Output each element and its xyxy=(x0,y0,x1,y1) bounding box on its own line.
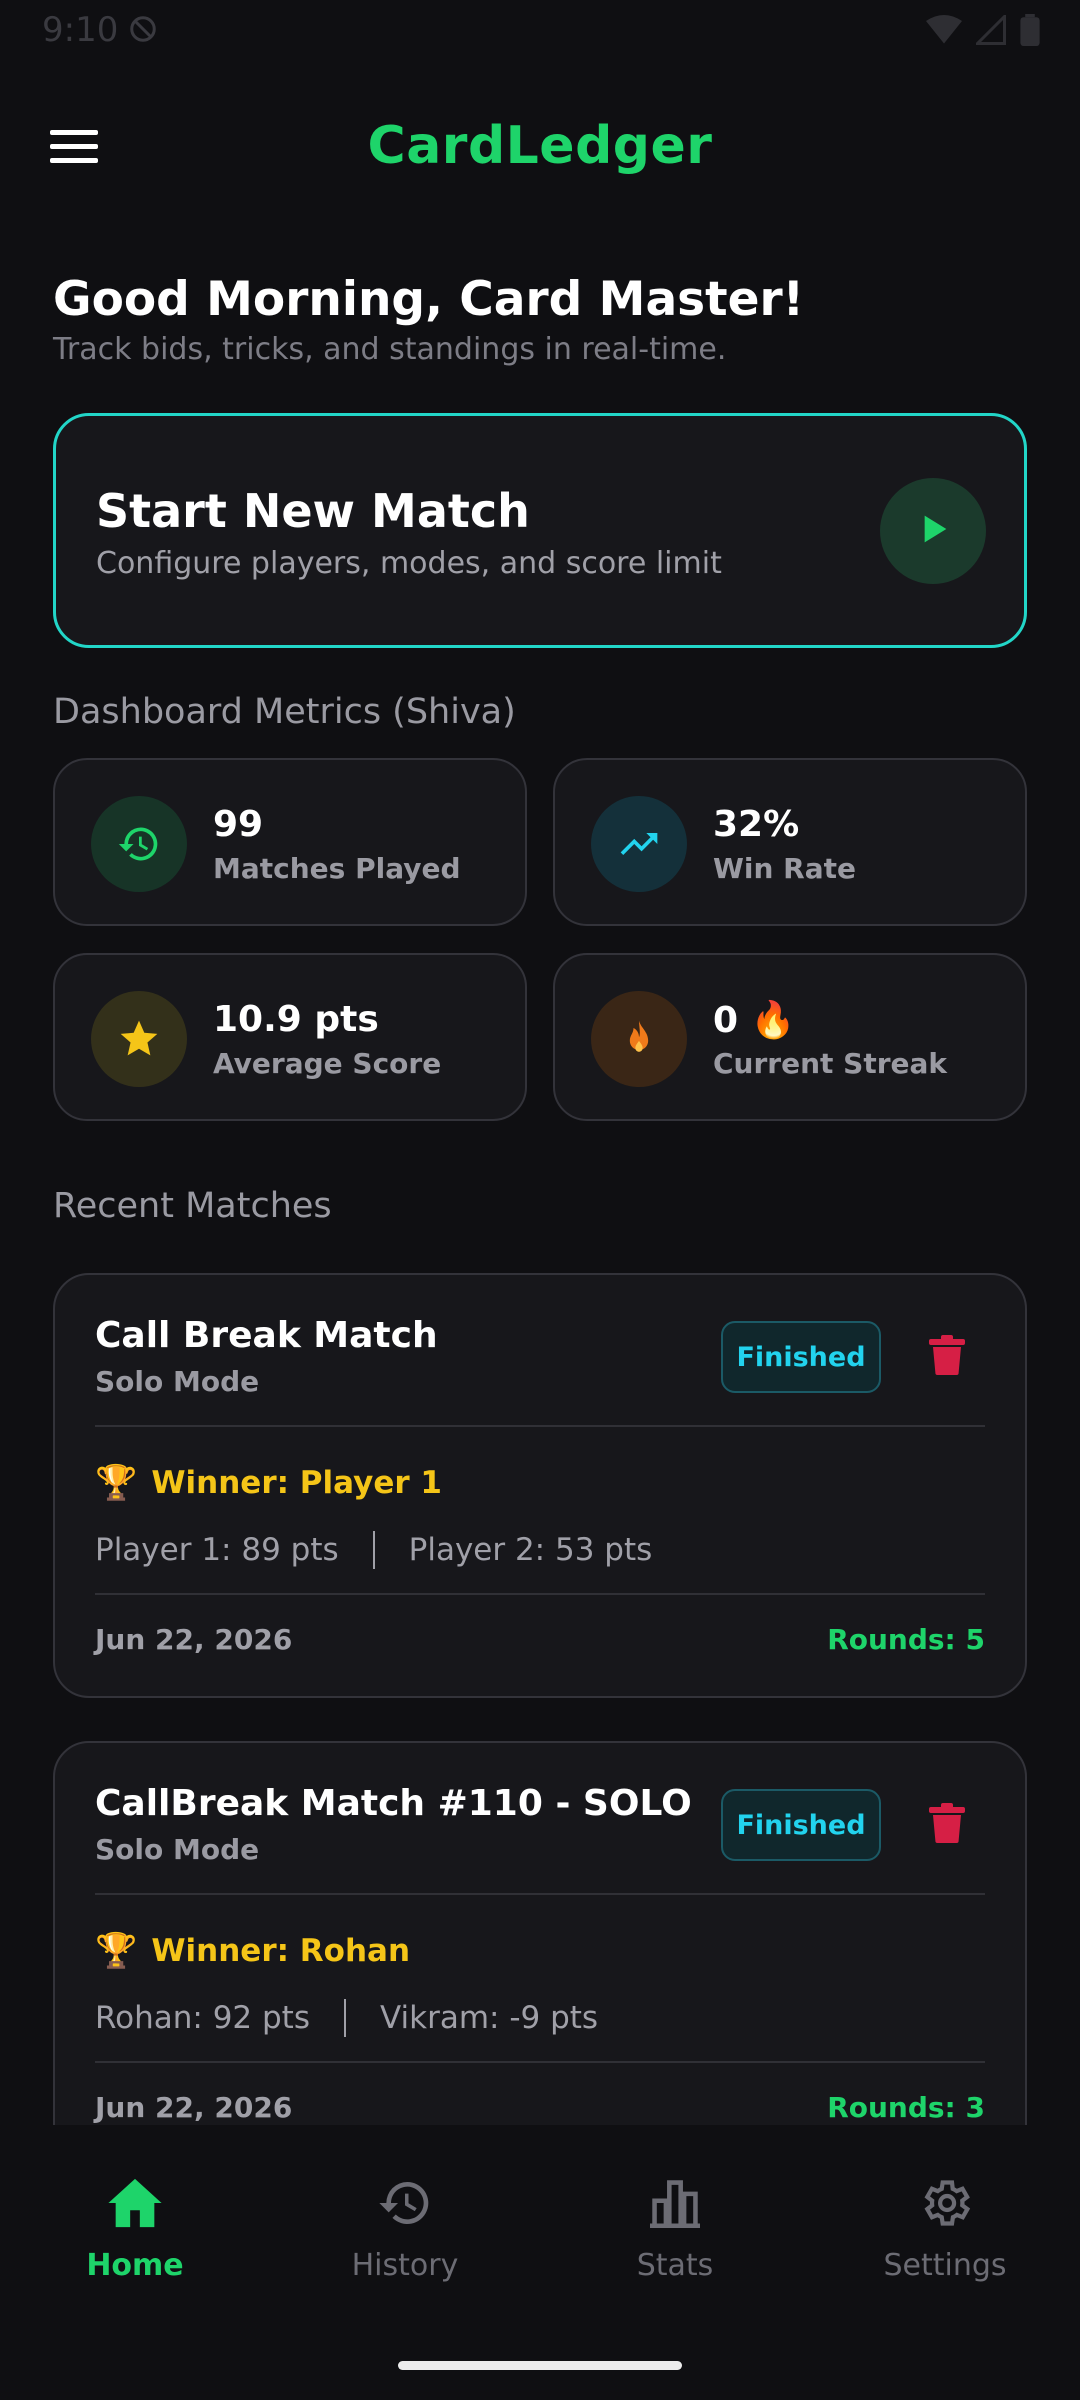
metric-value: 10.9 pts xyxy=(213,999,379,1040)
history-icon xyxy=(91,796,187,892)
score-player-a: Player 1: 89 pts xyxy=(95,1532,339,1568)
metric-value: 32% xyxy=(713,804,800,845)
match-card[interactable]: Call Break Match Solo Mode Finished 🏆 Wi… xyxy=(53,1273,1027,1698)
divider xyxy=(95,2061,985,2063)
nav-label: Settings xyxy=(883,2248,1007,2283)
metric-card-average-score[interactable]: 10.9 pts Average Score xyxy=(53,953,527,1121)
score-player-a: Rohan: 92 pts xyxy=(95,2000,310,2036)
delete-match-button[interactable] xyxy=(917,1795,977,1855)
app-title: CardLedger xyxy=(367,116,713,176)
delete-match-button[interactable] xyxy=(917,1327,977,1387)
scores-row: Rohan: 92 pts Vikram: -9 pts xyxy=(95,1999,598,2037)
match-date: Jun 22, 2026 xyxy=(95,1623,293,1656)
score-separator xyxy=(344,1999,346,2037)
home-indicator[interactable] xyxy=(398,2361,682,2370)
metric-label: Matches Played xyxy=(213,852,461,885)
home-icon xyxy=(102,2170,168,2236)
score-player-b: Player 2: 53 pts xyxy=(408,1532,653,1568)
metric-card-matches-played[interactable]: 99 Matches Played xyxy=(53,758,527,926)
start-new-match-card[interactable]: Start New Match Configure players, modes… xyxy=(53,413,1027,648)
wifi-icon xyxy=(926,15,962,45)
gear-icon xyxy=(912,2170,978,2236)
bar-chart-icon xyxy=(642,2170,708,2236)
bottom-navigation: Home History Stats Settings xyxy=(0,2125,1080,2400)
greeting-subtitle: Track bids, tricks, and standings in rea… xyxy=(53,332,727,367)
metric-card-current-streak[interactable]: 0 🔥 Current Streak xyxy=(553,953,1027,1121)
match-date: Jun 22, 2026 xyxy=(95,2091,293,2124)
match-rounds: Rounds: 5 xyxy=(827,1623,985,1656)
metric-value: 99 xyxy=(213,804,264,845)
metric-label: Win Rate xyxy=(713,852,856,885)
winner-text: Winner: Player 1 xyxy=(151,1465,442,1501)
scores-row: Player 1: 89 pts Player 2: 53 pts xyxy=(95,1531,652,1569)
divider xyxy=(95,1425,985,1427)
divider xyxy=(95,1893,985,1895)
divider xyxy=(95,1593,985,1595)
metric-label: Average Score xyxy=(213,1047,442,1080)
status-time: 9:10 xyxy=(42,10,119,50)
metric-value: 0 🔥 xyxy=(713,1000,796,1041)
nav-item-settings[interactable]: Settings xyxy=(810,2170,1080,2320)
status-badge: Finished xyxy=(721,1321,881,1393)
winner-row: 🏆 Winner: Player 1 xyxy=(95,1463,442,1503)
nav-item-history[interactable]: History xyxy=(270,2170,540,2320)
trash-icon xyxy=(929,1335,965,1379)
nav-label: Home xyxy=(86,2248,184,2283)
star-icon xyxy=(91,991,187,1087)
start-match-button[interactable] xyxy=(880,478,986,584)
battery-icon xyxy=(1020,14,1040,46)
score-separator xyxy=(372,1531,375,1569)
score-player-b: Vikram: -9 pts xyxy=(380,2000,599,2036)
nav-label: Stats xyxy=(636,2248,714,2283)
signal-icon xyxy=(976,15,1006,45)
winner-row: 🏆 Winner: Rohan xyxy=(95,1931,410,1971)
trophy-icon: 🏆 xyxy=(95,1931,138,1971)
greeting-title: Good Morning, Card Master! xyxy=(53,272,805,327)
trash-icon xyxy=(929,1803,965,1847)
winner-text: Winner: Rohan xyxy=(151,1933,411,1969)
recent-matches-section-title: Recent Matches xyxy=(53,1186,332,1226)
start-match-subtitle: Configure players, modes, and score limi… xyxy=(96,546,722,581)
start-match-title: Start New Match xyxy=(96,484,530,538)
play-icon xyxy=(913,509,953,553)
match-rounds: Rounds: 3 xyxy=(827,2091,985,2124)
match-card[interactable]: CallBreak Match #110 - SOLO Solo Mode Fi… xyxy=(53,1741,1027,2125)
recent-matches-list[interactable]: Call Break Match Solo Mode Finished 🏆 Wi… xyxy=(0,1240,1080,2125)
fire-icon xyxy=(591,991,687,1087)
metric-label: Current Streak xyxy=(713,1047,948,1080)
do-not-disturb-icon xyxy=(128,14,158,48)
nav-item-stats[interactable]: Stats xyxy=(540,2170,810,2320)
metrics-section-title: Dashboard Metrics (Shiva) xyxy=(53,692,516,732)
match-title: Call Break Match xyxy=(95,1315,438,1356)
match-title: CallBreak Match #110 - SOLO xyxy=(95,1783,692,1824)
trophy-icon: 🏆 xyxy=(95,1463,138,1503)
history-icon xyxy=(372,2170,438,2236)
match-mode: Solo Mode xyxy=(95,1833,260,1866)
nav-label: History xyxy=(351,2248,459,2283)
nav-item-home[interactable]: Home xyxy=(0,2170,270,2320)
trending-up-icon xyxy=(591,796,687,892)
app-bar: CardLedger xyxy=(0,96,1080,200)
match-mode: Solo Mode xyxy=(95,1365,260,1398)
status-badge: Finished xyxy=(721,1789,881,1861)
metric-card-win-rate[interactable]: 32% Win Rate xyxy=(553,758,1027,926)
status-bar: 9:10 xyxy=(0,0,1080,60)
